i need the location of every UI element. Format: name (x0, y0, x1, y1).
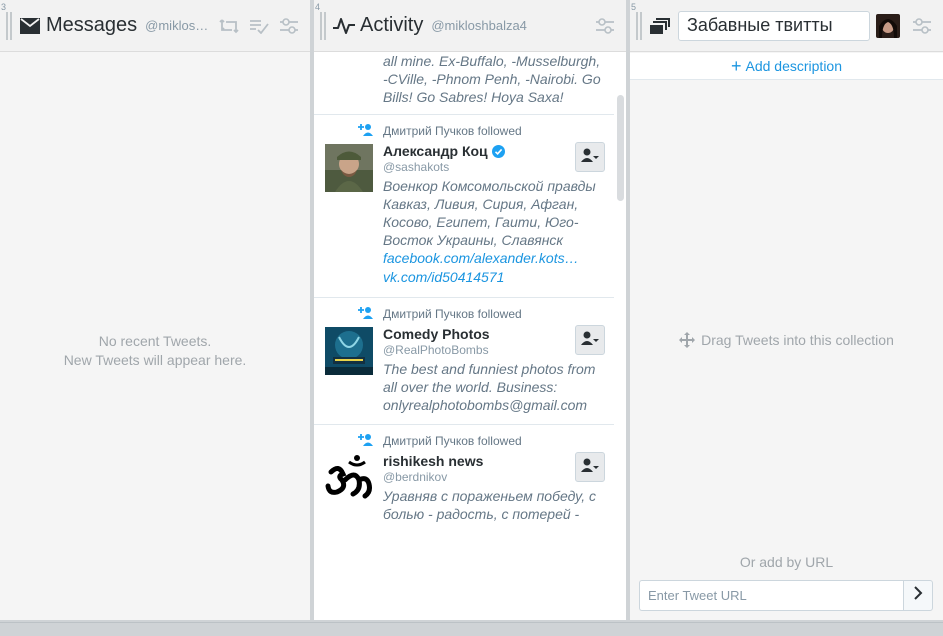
column-number: 5 (631, 2, 637, 12)
collection-icon (648, 14, 672, 38)
follow-button[interactable] (575, 325, 605, 355)
scrollbar-thumb[interactable] (617, 95, 624, 201)
add-description-label: Add description (745, 58, 843, 74)
user-links: facebook.com/alexander.kots… vk.com/id50… (383, 249, 602, 287)
avatar[interactable] (325, 144, 373, 192)
list-item[interactable]: Дмитрий Пучков followed Comedy Photos @R… (314, 298, 614, 425)
sliders-icon[interactable] (594, 15, 616, 37)
verified-icon (491, 144, 505, 158)
follow-button[interactable] (575, 142, 605, 172)
profile-link[interactable]: vk.com/id50414571 (383, 269, 504, 285)
column-drag-handle[interactable] (636, 11, 642, 40)
avatar[interactable] (876, 13, 900, 38)
column-account: @mikloshbalza4 (431, 18, 527, 33)
drag-hint-text: Drag Tweets into this collection (701, 332, 894, 348)
column-account: @miklos… (145, 18, 209, 33)
move-icon (679, 332, 696, 348)
column-title[interactable]: Activity (360, 14, 423, 37)
column-number: 3 (1, 2, 7, 12)
follow-user-icon (581, 331, 599, 350)
collection-column-header (630, 0, 943, 52)
user-bio: all mine. Ex-Buffalo, -Musselburgh, -CVi… (383, 53, 601, 105)
followed-text: Дмитрий Пучков followed (383, 434, 522, 448)
profile-link[interactable]: facebook.com/alexander.kots… (383, 250, 579, 266)
user-handle[interactable]: @sashakots (383, 160, 602, 174)
list-item[interactable]: Дмитрий Пучков followed rishikesh news @… (314, 425, 614, 533)
column-drag-handle[interactable] (6, 11, 12, 40)
add-by-url-form (639, 580, 933, 611)
column-drag-handle[interactable] (320, 11, 326, 40)
retweet-icon[interactable] (218, 15, 240, 37)
pulse-icon (332, 14, 356, 38)
avatar[interactable] (325, 327, 373, 375)
column-header-actions (911, 15, 943, 37)
sliders-icon[interactable] (278, 15, 300, 37)
followed-text: Дмитрий Пучков followed (383, 124, 522, 138)
sliders-icon[interactable] (911, 15, 933, 37)
user-name[interactable]: rishikesh news (383, 453, 483, 469)
submit-url-button[interactable] (903, 580, 933, 611)
plus-icon: + (730, 56, 742, 76)
activity-column-header: Activity @mikloshbalza4 (314, 0, 626, 52)
list-item[interactable]: all mine. Ex-Buffalo, -Musselburgh, -CVi… (314, 53, 614, 115)
checklist-icon[interactable] (248, 15, 270, 37)
user-handle[interactable]: @berdnikov (383, 470, 602, 484)
feed-scrollbar[interactable] (614, 53, 626, 620)
activity-column: 4 Activity @mikloshbalza4 all mine. Ex-B… (314, 0, 626, 620)
user-bio: Уравняв с пораженьем победу, с болью - р… (383, 488, 597, 522)
user-handle[interactable]: @RealPhotoBombs (383, 343, 602, 357)
user-bio: Военкор Комсомольской правды Кавказ, Лив… (383, 178, 596, 248)
user-plus-icon (358, 123, 374, 137)
list-item[interactable]: Дмитрий Пучков followed Александр Коц @s… (314, 115, 614, 298)
user-name-row: Comedy Photos (383, 326, 602, 342)
envelope-icon (18, 14, 42, 38)
user-name-row: Александр Коц (383, 143, 602, 159)
user-bio: The best and funniest photos from all ov… (383, 361, 596, 413)
avatar[interactable] (325, 454, 373, 502)
add-description-link[interactable]: + Add description (630, 53, 943, 80)
messages-column-header: Messages @miklos… (0, 0, 310, 52)
user-plus-icon (358, 306, 374, 320)
followed-text: Дмитрий Пучков followed (383, 307, 522, 321)
horizontal-scrollbar[interactable] (0, 622, 943, 636)
column-title[interactable]: Messages (46, 14, 137, 37)
collection-column: 5 + Add description Drag Tweets into thi… (630, 0, 943, 620)
follow-user-icon (581, 148, 599, 167)
activity-feed[interactable]: all mine. Ex-Buffalo, -Musselburgh, -CVi… (314, 53, 614, 620)
follow-user-icon (581, 458, 599, 477)
tweet-url-input[interactable] (639, 580, 903, 611)
column-number: 4 (315, 2, 321, 12)
user-plus-icon (358, 433, 374, 447)
or-add-by-url-label: Or add by URL (739, 554, 834, 570)
empty-state: No recent Tweets. New Tweets will appear… (0, 332, 310, 370)
empty-state-line: No recent Tweets. (98, 333, 212, 349)
drag-hint: Drag Tweets into this collection (630, 332, 943, 348)
chevron-right-icon (913, 586, 923, 605)
user-name[interactable]: Александр Коц (383, 143, 488, 159)
column-header-actions (218, 15, 310, 37)
collection-title-input[interactable] (678, 10, 870, 41)
user-name-row: rishikesh news (383, 453, 602, 469)
empty-state-line: New Tweets will appear here. (63, 352, 247, 368)
user-name[interactable]: Comedy Photos (383, 326, 490, 342)
messages-column: 3 Messages @miklos… No recent Tweets. Ne… (0, 0, 310, 620)
follow-button[interactable] (575, 452, 605, 482)
column-header-actions (594, 15, 626, 37)
